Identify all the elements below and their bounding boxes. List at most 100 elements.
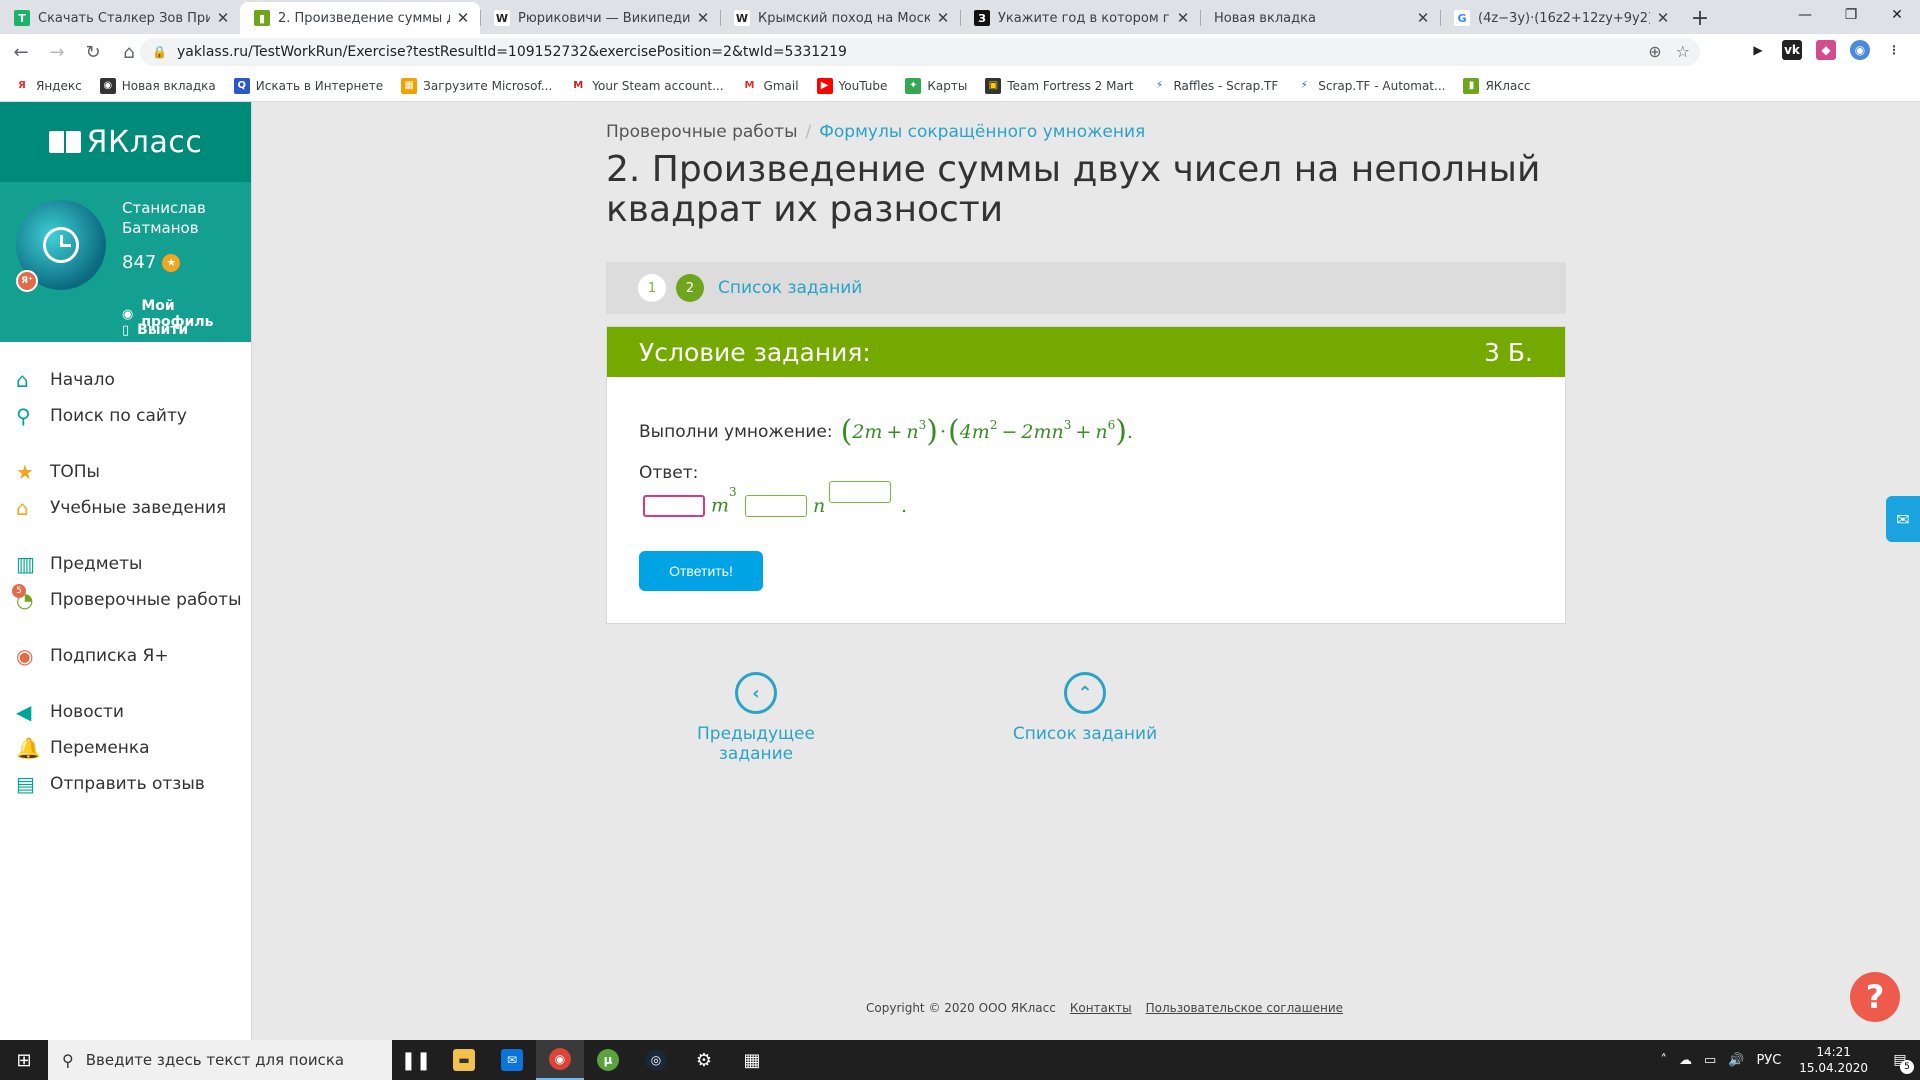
play-extension-icon[interactable]: ▶ [1748, 40, 1768, 60]
sidebar-group-2: ★ ТОПы ⌂ Учебные заведения [0, 454, 251, 526]
mail-icon[interactable]: ✉ [488, 1040, 536, 1080]
browser-tab-6[interactable]: Новая вкладка ✕ [1200, 2, 1440, 34]
bookmark-favicon-icon: M [570, 77, 587, 94]
tab-close-icon[interactable]: ✕ [694, 9, 712, 27]
browser-tab-5[interactable]: З Укажите год в котором герман✕ [960, 2, 1200, 34]
taskbar-clock[interactable]: 14:21 15.04.2020 [1799, 1044, 1868, 1076]
sidebar-item-search[interactable]: ⚲ Поиск по сайту [0, 398, 251, 434]
add-icon[interactable]: ⊕ [1648, 42, 1661, 61]
browser-tab-1[interactable]: T Скачать Сталкер Зов Припяти т✕ [0, 2, 240, 34]
sidebar-group-5: ◀ Новости 🔔 Переменка ▤ Отправить отзыв [0, 694, 251, 802]
chrome-menu-icon[interactable]: ⋮ [1884, 40, 1904, 60]
settings-gear-icon[interactable]: ⚙ [680, 1040, 728, 1080]
browser-tab-3[interactable]: W Рюриковичи — Википедия ✕ [480, 2, 720, 34]
browser-tab-7[interactable]: G (4z−3y)·(16z2+12zy+9y2) выпо✕ [1440, 2, 1680, 34]
close-window-icon[interactable]: ✕ [1874, 0, 1920, 30]
address-bar[interactable]: 🔒 yaklass.ru/TestWorkRun/Exercise?testRe… [140, 38, 1700, 66]
new-tab-button[interactable]: + [1684, 2, 1716, 34]
notification-center-icon[interactable]: ▤ 5 [1880, 1040, 1920, 1080]
feedback-envelope-icon[interactable]: ✉ [1886, 496, 1920, 542]
sidebar-item-bell[interactable]: 🔔 Переменка [0, 730, 251, 766]
answer-sign-input[interactable] [745, 495, 807, 517]
sidebar-item-label: ТОПы [50, 462, 100, 482]
answer-exponent-input[interactable] [829, 481, 891, 503]
sidebar-item-label: Поиск по сайту [50, 406, 187, 426]
answer-coefficient-input[interactable] [643, 495, 705, 517]
clock-icon [43, 227, 79, 263]
tab-close-icon[interactable]: ✕ [934, 9, 952, 27]
bookmark-7[interactable]: ▶ YouTube [816, 77, 887, 94]
previous-task-link[interactable]: ‹ Предыдущее задание [666, 672, 846, 764]
tab-title: Укажите год в котором герман [998, 10, 1170, 26]
task-list-bottom-link[interactable]: ⌃ Список заданий [1010, 672, 1160, 744]
bookmark-12[interactable]: ▮ ЯКласс [1463, 77, 1531, 94]
chrome-icon[interactable]: ◉ [536, 1040, 584, 1080]
back-arrow-icon[interactable]: ← [6, 37, 36, 67]
language-indicator[interactable]: РУС [1756, 1053, 1781, 1068]
user-name: Станислав Батманов [122, 199, 206, 237]
task-list-link[interactable]: Список заданий [718, 278, 862, 298]
answer-period: . [901, 495, 908, 517]
bookmark-8[interactable]: ✦ Карты [905, 77, 967, 94]
bookmark-1[interactable]: Я Яндекс [14, 77, 82, 94]
submit-answer-button[interactable]: Ответить! [639, 551, 763, 591]
restore-icon[interactable]: ❐ [1828, 0, 1874, 30]
sidebar-item-feedback[interactable]: ▤ Отправить отзыв [0, 766, 251, 802]
sidebar-item-star[interactable]: ★ ТОПы [0, 454, 251, 490]
step-1[interactable]: 1 [638, 274, 666, 302]
tab-close-icon[interactable]: ✕ [1414, 9, 1432, 27]
file-explorer-icon[interactable]: ▬ [440, 1040, 488, 1080]
answer-label: Ответ: [639, 463, 699, 483]
sidebar-item-label: Проверочные работы [50, 590, 242, 610]
tab-close-icon[interactable]: ✕ [1654, 9, 1672, 27]
bookmark-10[interactable]: ⚡ Raffles - Scrap.TF [1151, 77, 1278, 94]
breadcrumb-current[interactable]: Формулы сокращённого умножения [819, 122, 1145, 142]
vk-extension-icon[interactable]: vk [1782, 40, 1802, 60]
help-question-icon[interactable]: ? [1850, 972, 1900, 1022]
bookmark-5[interactable]: M Your Steam account... [570, 77, 724, 94]
sidebar-item-tests[interactable]: ◔ Проверочные работы 5 [0, 582, 251, 618]
task-view-icon[interactable]: ❚❚ [392, 1040, 440, 1080]
minimize-icon[interactable]: — [1782, 0, 1828, 30]
bookmark-3[interactable]: Q Искать в Интернете [233, 77, 383, 94]
footer-agreement-link[interactable]: Пользовательское соглашение [1146, 1001, 1343, 1015]
tab-close-icon[interactable]: ✕ [1174, 9, 1192, 27]
task-body: Выполни умножение: (2 m + n 3) ·(4 m 2−2 mn 3 + n 6)… [607, 377, 1565, 531]
extension-cube-icon[interactable]: ◆ [1816, 40, 1836, 60]
browser-tab-2[interactable]: ▮ 2. Произведение суммы двух ч✕ [240, 2, 480, 34]
bookmark-star-icon[interactable]: ☆ [1676, 42, 1690, 61]
calculator-icon[interactable]: ▦ [728, 1040, 776, 1080]
url-text: yaklass.ru/TestWorkRun/Exercise?testResu… [176, 44, 847, 60]
cloud-icon[interactable]: ☁ [1679, 1053, 1692, 1068]
breadcrumb-root[interactable]: Проверочные работы [606, 122, 798, 142]
chevron-up-tray-icon[interactable]: ˄ [1660, 1053, 1667, 1068]
forward-arrow-icon[interactable]: → [42, 37, 72, 67]
sidebar-item-home[interactable]: ⌂ Начало [0, 362, 251, 398]
yaklass-logo[interactable]: ЯКласс [0, 102, 251, 182]
reload-icon[interactable]: ↻ [78, 37, 108, 67]
utorrent-icon[interactable]: µ [584, 1040, 632, 1080]
sidebar-item-news[interactable]: ◀ Новости [0, 694, 251, 730]
extension-icons: ▶ vk ◆ ◉ ⋮ [1748, 40, 1904, 60]
taskbar-search[interactable]: ⚲ Введите здесь текст для поиска [48, 1040, 392, 1080]
network-icon[interactable]: ▭ [1704, 1053, 1716, 1068]
bookmark-6[interactable]: M Gmail [741, 77, 799, 94]
tab-close-icon[interactable]: ✕ [454, 9, 472, 27]
bookmark-11[interactable]: ⚡ Scrap.TF - Automat... [1296, 77, 1445, 94]
step-2[interactable]: 2 [676, 274, 704, 302]
sidebar-item-books[interactable]: ▥ Предметы [0, 546, 251, 582]
volume-icon[interactable]: 🔊 [1728, 1053, 1744, 1068]
bookmark-9[interactable]: ▣ Team Fortress 2 Mart [985, 77, 1133, 94]
bookmark-4[interactable]: ▦ Загрузите Microsof... [401, 77, 552, 94]
tab-close-icon[interactable]: ✕ [214, 9, 232, 27]
steam-icon[interactable]: ◎ [632, 1040, 680, 1080]
sidebar-item-school[interactable]: ⌂ Учебные заведения [0, 490, 251, 526]
answer-m-cubed: m3 [711, 485, 737, 517]
sidebar-item-subscription[interactable]: ◉ Подписка Я+ [0, 638, 251, 674]
logout-link[interactable]: ▯ Выйти [122, 322, 188, 338]
bookmark-2[interactable]: ◉ Новая вкладка [99, 77, 216, 94]
windows-start-icon[interactable]: ⊞ [0, 1040, 48, 1080]
browser-tab-4[interactable]: W Крымский поход на Москву (15✕ [720, 2, 960, 34]
profile-avatar-icon[interactable]: ◉ [1850, 40, 1870, 60]
footer-contacts-link[interactable]: Контакты [1070, 1001, 1132, 1015]
